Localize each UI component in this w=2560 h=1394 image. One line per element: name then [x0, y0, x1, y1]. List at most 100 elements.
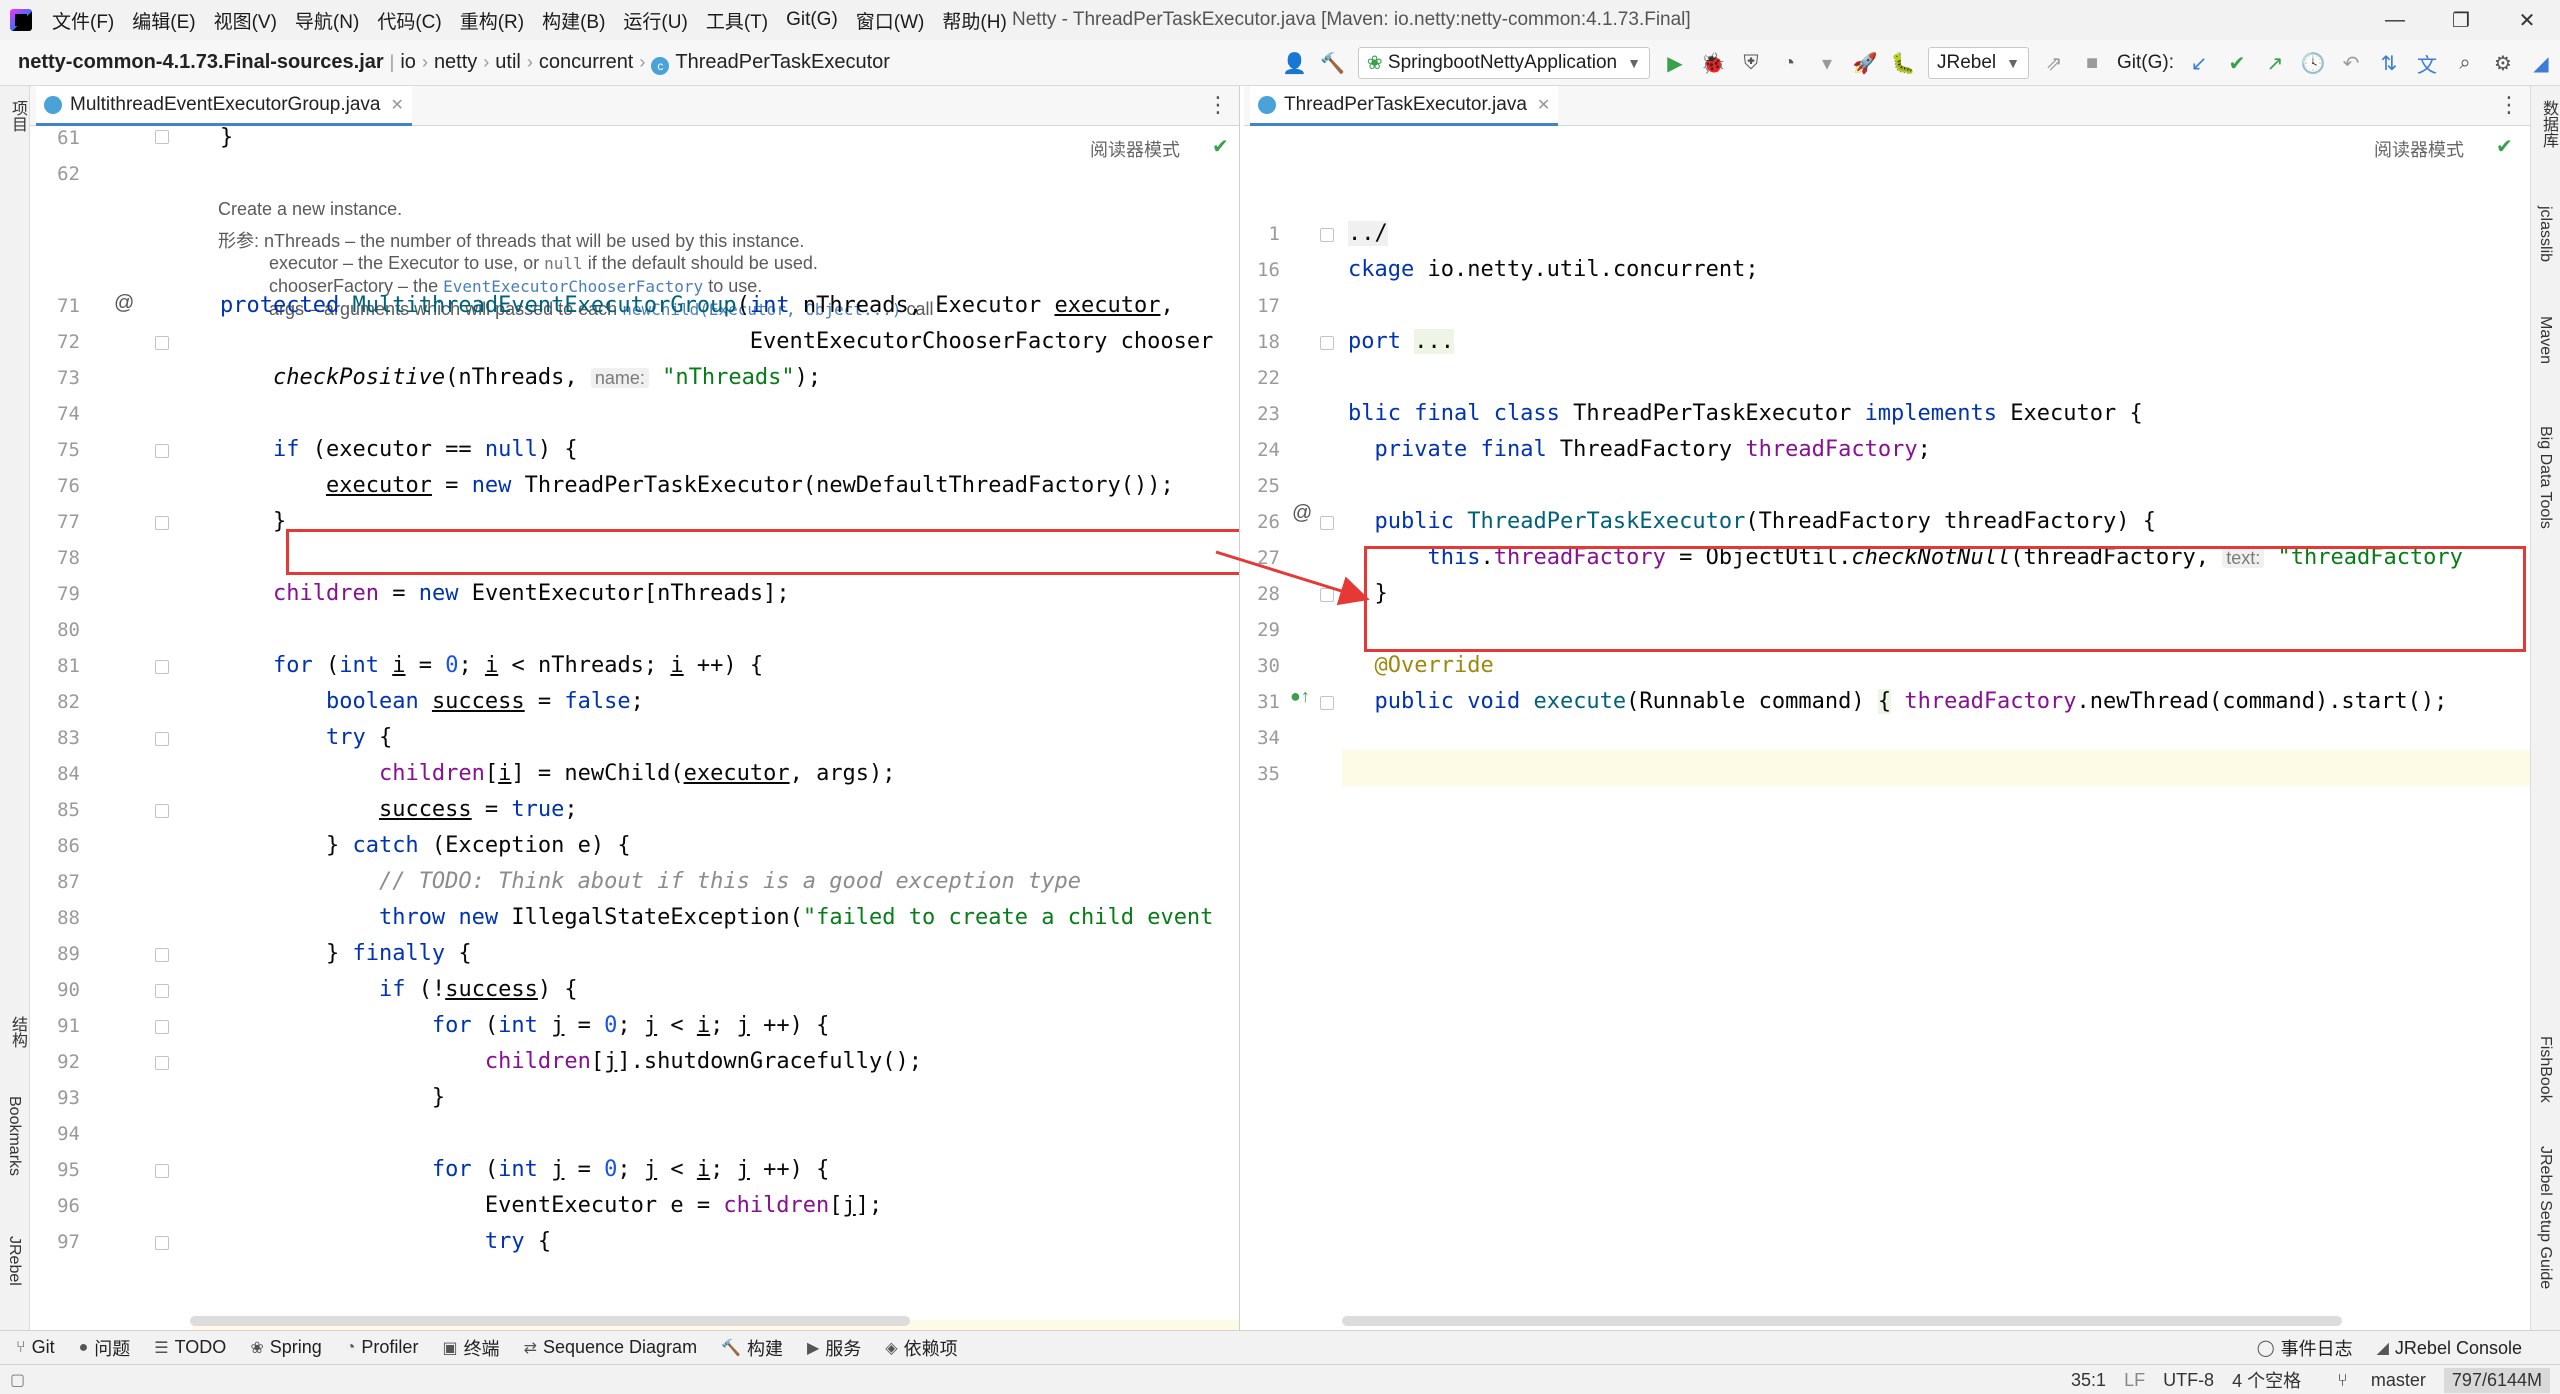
- problems-tool-window[interactable]: ● 问题: [79, 1335, 131, 1361]
- jrebel-select[interactable]: JRebel ▼: [1927, 47, 2029, 79]
- terminal-tool-window[interactable]: ▣ 终端: [442, 1335, 499, 1361]
- fishbook-tool-tab[interactable]: FishBook: [2536, 1036, 2554, 1103]
- breadcrumb-jar[interactable]: netty-common-4.1.73.Final-sources.jar: [12, 51, 390, 74]
- build-hammer-icon[interactable]: 🔨: [1316, 46, 1350, 80]
- menu-run[interactable]: 运行(U): [623, 7, 687, 34]
- memory-indicator[interactable]: 797/6144M: [2443, 1367, 2550, 1393]
- build-tool-window[interactable]: 🔨 构建: [721, 1335, 783, 1361]
- git-tool-window[interactable]: ⑂ Git: [16, 1337, 55, 1358]
- spring-tool-window[interactable]: ❀ Spring: [250, 1337, 321, 1358]
- fold-marker-icon[interactable]: [1320, 336, 1334, 350]
- fold-marker-icon[interactable]: [155, 1236, 169, 1250]
- minimize-button[interactable]: —: [2362, 0, 2428, 40]
- menu-tools[interactable]: 工具(T): [706, 7, 768, 34]
- fold-marker-icon[interactable]: [155, 444, 169, 458]
- menu-window[interactable]: 窗口(W): [856, 7, 925, 34]
- indent-setting[interactable]: 4 个空格: [2232, 1367, 2301, 1393]
- left-code-area[interactable]: } protected MultithreadEventExecutorGrou…: [220, 125, 1239, 1330]
- breadcrumb-io[interactable]: io: [394, 51, 422, 74]
- event-log-tool-window[interactable]: ◯ 事件日志: [2257, 1335, 2353, 1361]
- structure-tool-tab[interactable]: 结构: [5, 1016, 29, 1048]
- git-rollback-icon[interactable]: ↶: [2334, 46, 2368, 80]
- restore-button[interactable]: ❐: [2428, 0, 2494, 40]
- todo-tool-window[interactable]: ☰ TODO: [154, 1337, 226, 1358]
- override-marker-icon[interactable]: @: [114, 292, 134, 315]
- fold-marker-icon[interactable]: [155, 1164, 169, 1178]
- breadcrumb-util[interactable]: util: [489, 51, 527, 74]
- fold-marker-icon[interactable]: [1320, 228, 1334, 242]
- project-tool-tab[interactable]: 项目: [5, 100, 29, 132]
- fold-marker-icon[interactable]: [1320, 696, 1334, 710]
- breadcrumb-class[interactable]: c ThreadPerTaskExecutor: [645, 51, 896, 75]
- database-tool-tab[interactable]: 数据库: [2536, 100, 2560, 148]
- more-vertical-icon[interactable]: ⋮: [2498, 92, 2520, 118]
- gear-icon[interactable]: ⚙: [2486, 46, 2520, 80]
- run-configuration-select[interactable]: ❀ SpringbootNettyApplication ▼: [1357, 47, 1650, 79]
- more-vertical-icon[interactable]: ⋮: [1207, 92, 1229, 118]
- right-horizontal-scrollbar[interactable]: [1342, 1316, 2342, 1326]
- override-marker-icon[interactable]: @: [1292, 502, 1312, 525]
- menu-build[interactable]: 构建(B): [542, 7, 605, 34]
- editor-tab-threadpertask[interactable]: ThreadPerTaskExecutor.java ✕: [1250, 86, 1559, 126]
- file-encoding[interactable]: UTF-8: [2163, 1370, 2214, 1391]
- close-icon[interactable]: ✕: [391, 95, 404, 115]
- sequence-diagram-tool-window[interactable]: ⇄ Sequence Diagram: [524, 1337, 698, 1358]
- menu-edit[interactable]: 编辑(E): [132, 7, 195, 34]
- menu-help[interactable]: 帮助(H): [942, 7, 1006, 34]
- menu-navigate[interactable]: 导航(N): [295, 7, 359, 34]
- more-run-icon[interactable]: ▾: [1810, 46, 1844, 80]
- close-window-button[interactable]: ✕: [2494, 0, 2560, 40]
- user-icon[interactable]: 👤: [1278, 46, 1312, 80]
- jrebel-tool-tab[interactable]: JRebel: [5, 1236, 23, 1286]
- jetbrains-toolbox-icon[interactable]: ◢: [2524, 46, 2558, 80]
- run-icon[interactable]: ▶: [1658, 46, 1692, 80]
- menu-git[interactable]: Git(G): [786, 9, 838, 31]
- caret-position[interactable]: 35:1: [2071, 1370, 2106, 1391]
- debug-icon[interactable]: 🐞: [1696, 46, 1730, 80]
- right-code-area[interactable]: ../ ckage io.netty.util.concurrent; port…: [1348, 126, 2530, 1330]
- fold-marker-icon[interactable]: [1320, 516, 1334, 530]
- fold-marker-icon[interactable]: [155, 1056, 169, 1070]
- fold-marker-icon[interactable]: [155, 804, 169, 818]
- git-commit-icon[interactable]: ✔: [2220, 46, 2254, 80]
- search-icon[interactable]: ⌕: [2448, 46, 2482, 80]
- vcs-operations-icon[interactable]: ⇅: [2372, 46, 2406, 80]
- coverage-icon[interactable]: ⛨: [1734, 46, 1768, 80]
- stop-icon[interactable]: ■: [2075, 46, 2109, 80]
- translate-icon[interactable]: 文: [2410, 46, 2444, 80]
- fold-marker-icon[interactable]: [155, 130, 169, 144]
- git-push-icon[interactable]: ↗: [2258, 46, 2292, 80]
- services-tool-window[interactable]: ▶ 服务: [807, 1335, 861, 1361]
- fold-marker-icon[interactable]: [155, 1020, 169, 1034]
- jrebel-run-icon[interactable]: 🚀: [1848, 46, 1882, 80]
- menu-view[interactable]: 视图(V): [214, 7, 277, 34]
- jrebel-console-tool-window[interactable]: ◢ JRebel Console: [2377, 1338, 2522, 1359]
- implements-marker-icon[interactable]: ●↑: [1290, 686, 1310, 707]
- profiler-icon[interactable]: ◔: [1772, 46, 1806, 80]
- breadcrumb-concurrent[interactable]: concurrent: [533, 51, 640, 74]
- menu-code[interactable]: 代码(C): [377, 7, 441, 34]
- jclasslib-tool-tab[interactable]: jclasslib: [2536, 206, 2554, 262]
- bigdata-tool-tab[interactable]: Big Data Tools: [2536, 426, 2554, 529]
- git-history-icon[interactable]: 🕓: [2296, 46, 2330, 80]
- profiler-tool-window[interactable]: ◔ Profiler: [346, 1337, 419, 1358]
- fold-marker-icon[interactable]: [1320, 588, 1334, 602]
- maven-tool-tab[interactable]: Maven: [2536, 316, 2554, 364]
- dependencies-tool-window[interactable]: ◈ 依赖项: [885, 1335, 957, 1361]
- bookmarks-tool-tab[interactable]: Bookmarks: [5, 1096, 23, 1176]
- jrebel-debug-icon[interactable]: 🐛: [1886, 46, 1920, 80]
- git-update-icon[interactable]: ↙: [2182, 46, 2216, 80]
- fold-marker-icon[interactable]: [155, 516, 169, 530]
- status-square-icon[interactable]: ▢: [10, 1370, 25, 1390]
- menu-file[interactable]: 文件(F): [52, 7, 114, 34]
- jrebel-guide-tool-tab[interactable]: JRebel Setup Guide: [2536, 1146, 2554, 1289]
- fold-marker-icon[interactable]: [155, 984, 169, 998]
- fold-marker-icon[interactable]: [155, 660, 169, 674]
- git-branch[interactable]: ⑂ master: [2319, 1370, 2426, 1391]
- fold-marker-icon[interactable]: [155, 732, 169, 746]
- breadcrumb-netty[interactable]: netty: [428, 51, 483, 74]
- jrebel-update-icon[interactable]: ⇗: [2037, 46, 2071, 80]
- left-horizontal-scrollbar[interactable]: [190, 1316, 910, 1326]
- menu-refactor[interactable]: 重构(R): [460, 7, 524, 34]
- close-icon[interactable]: ✕: [1537, 95, 1550, 115]
